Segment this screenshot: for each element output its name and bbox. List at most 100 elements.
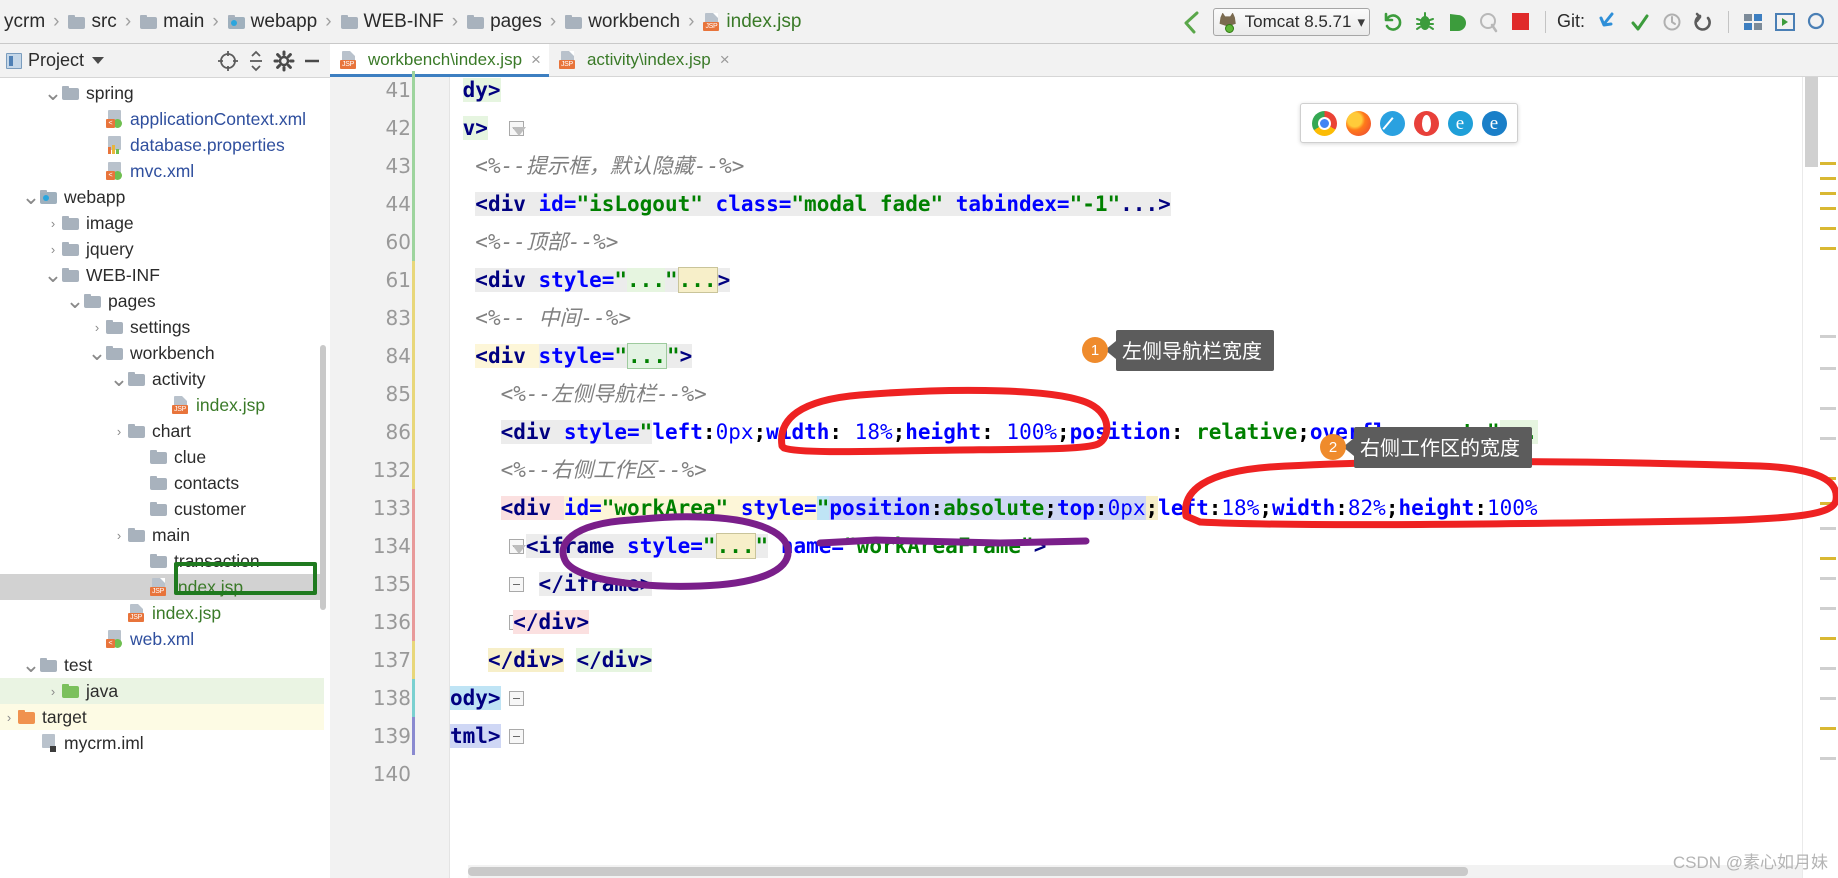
debug-button[interactable] bbox=[1410, 7, 1440, 37]
code-line[interactable]: <div id="isLogout" class="modal fade" ta… bbox=[475, 185, 1171, 223]
error-stripe-mark[interactable] bbox=[1820, 177, 1836, 180]
code-line[interactable]: ody> bbox=[450, 679, 501, 717]
profile-button[interactable] bbox=[1474, 7, 1504, 37]
git-commit-button[interactable] bbox=[1625, 7, 1655, 37]
breadcrumb-item-web-inf[interactable]: WEB-INF bbox=[339, 0, 446, 44]
error-stripe-mark[interactable] bbox=[1820, 502, 1836, 505]
search-everywhere-button[interactable] bbox=[1802, 7, 1832, 37]
code-line[interactable]: <div style="..."> bbox=[475, 337, 693, 375]
run-configuration-selector[interactable]: Tomcat 8.5.71 ▾ bbox=[1212, 7, 1370, 36]
error-stripe-mark[interactable] bbox=[1820, 407, 1836, 410]
chevron-right-icon[interactable]: › bbox=[0, 708, 18, 726]
error-stripe-mark[interactable] bbox=[1820, 727, 1836, 730]
tree-item-settings[interactable]: › settings bbox=[0, 314, 324, 340]
tree-item-mvc-xml[interactable]: ›<mvc.xml bbox=[0, 158, 324, 184]
chevron-down-icon[interactable]: ⌄ bbox=[44, 264, 62, 286]
code-line[interactable]: <iframe style="..." name="workAreaFrame"… bbox=[525, 527, 1046, 565]
error-stripe-mark[interactable] bbox=[1820, 192, 1836, 195]
close-icon[interactable]: × bbox=[720, 50, 730, 70]
fold-column[interactable] bbox=[414, 77, 526, 878]
code-line[interactable]: <%-- 中间--%> bbox=[475, 299, 631, 337]
error-stripe-mark[interactable] bbox=[1820, 247, 1836, 250]
opera-icon[interactable] bbox=[1413, 110, 1439, 136]
tree-item-applicationcontext-xml[interactable]: ›<applicationContext.xml bbox=[0, 106, 324, 132]
chevron-right-icon[interactable]: › bbox=[44, 214, 62, 232]
ie-icon[interactable]: e bbox=[1481, 110, 1507, 136]
firefox-icon[interactable] bbox=[1345, 110, 1371, 136]
chevron-right-icon[interactable]: › bbox=[88, 318, 106, 336]
tree-item-image[interactable]: › image bbox=[0, 210, 324, 236]
code-content[interactable]: dy> v> <%--提示框，默认隐藏--%> <div id="isLogout" … bbox=[450, 77, 1802, 878]
code-line[interactable]: v> bbox=[462, 109, 488, 147]
chevron-right-icon[interactable]: › bbox=[110, 422, 128, 440]
rerun-button[interactable] bbox=[1378, 7, 1408, 37]
chevron-right-icon[interactable]: › bbox=[44, 682, 62, 700]
editor-tab-2[interactable]: JSP activity\index.jsp × bbox=[548, 44, 738, 76]
tree-item-chart[interactable]: › chart bbox=[0, 418, 324, 444]
chevron-down-icon[interactable]: ⌄ bbox=[44, 82, 62, 104]
code-line[interactable]: </div> bbox=[513, 603, 590, 641]
stop-button[interactable] bbox=[1506, 7, 1536, 37]
git-update-project-button[interactable] bbox=[1593, 7, 1623, 37]
close-icon[interactable]: × bbox=[531, 50, 541, 70]
code-line[interactable]: <%--左侧导航栏--%> bbox=[501, 375, 707, 413]
code-line[interactable]: <%--顶部--%> bbox=[475, 223, 618, 261]
error-stripe-mark[interactable] bbox=[1820, 577, 1836, 580]
horizontal-scrollbar[interactable] bbox=[468, 865, 1802, 878]
chevron-down-icon[interactable] bbox=[92, 57, 105, 64]
tree-scrollbar[interactable] bbox=[320, 345, 326, 610]
chevron-down-icon[interactable]: ⌄ bbox=[88, 342, 106, 364]
tree-item-activity[interactable]: ⌄ activity bbox=[0, 366, 324, 392]
code-line[interactable]: <%--提示框，默认隐藏--%> bbox=[475, 147, 744, 185]
horizontal-scrollbar-thumb[interactable] bbox=[468, 867, 1468, 876]
select-opened-file-button[interactable] bbox=[1770, 7, 1800, 37]
run-with-coverage-button[interactable] bbox=[1442, 7, 1472, 37]
code-line[interactable]: <div id="workArea" style="position:absol… bbox=[500, 489, 1538, 527]
error-stripe-mark[interactable] bbox=[1820, 207, 1836, 210]
back-arrow-button[interactable] bbox=[1177, 7, 1207, 37]
tree-item-target[interactable]: › target bbox=[0, 704, 324, 730]
breadcrumb-item-ycrm[interactable]: ycrm bbox=[2, 0, 47, 44]
safari-icon[interactable] bbox=[1379, 110, 1405, 136]
chevron-down-icon[interactable]: ⌄ bbox=[22, 654, 40, 676]
browser-launch-popup[interactable]: e e bbox=[1300, 103, 1518, 143]
tree-item-index-jsp[interactable]: ›JSPindex.jsp bbox=[0, 392, 324, 418]
hide-panel-icon[interactable] bbox=[300, 49, 324, 73]
error-stripe-mark[interactable] bbox=[1820, 335, 1836, 338]
error-stripe-mark[interactable] bbox=[1820, 527, 1836, 530]
error-stripe-mark[interactable] bbox=[1820, 162, 1836, 165]
tree-item-main[interactable]: › main bbox=[0, 522, 324, 548]
error-stripe-mark[interactable] bbox=[1820, 437, 1836, 440]
breadcrumb-item-pages[interactable]: pages bbox=[465, 0, 544, 44]
error-stripe-mark[interactable] bbox=[1820, 667, 1836, 670]
tree-item-workbench[interactable]: ⌄ workbench bbox=[0, 340, 324, 366]
collapse-all-icon[interactable] bbox=[244, 49, 268, 73]
chevron-right-icon[interactable]: › bbox=[110, 526, 128, 544]
breadcrumb-item-webapp[interactable]: webapp bbox=[226, 0, 320, 44]
scrollbar-thumb[interactable] bbox=[1805, 77, 1818, 167]
error-stripe-mark[interactable] bbox=[1820, 757, 1836, 760]
tree-item-spring[interactable]: ⌄ spring bbox=[0, 80, 324, 106]
tree-item-web-xml[interactable]: ›<web.xml bbox=[0, 626, 324, 652]
chrome-icon[interactable] bbox=[1311, 110, 1337, 136]
git-rollback-button[interactable] bbox=[1689, 7, 1719, 37]
chevron-down-icon[interactable]: ⌄ bbox=[110, 368, 128, 390]
error-stripe-mark[interactable] bbox=[1820, 227, 1836, 230]
error-stripe-mark[interactable] bbox=[1820, 557, 1836, 560]
tree-item-java[interactable]: › java bbox=[0, 678, 324, 704]
tree-item-clue[interactable]: ›clue bbox=[0, 444, 324, 470]
select-opened-file-icon[interactable] bbox=[216, 49, 240, 73]
error-stripe-mark[interactable] bbox=[1820, 367, 1836, 370]
error-stripe-mark[interactable] bbox=[1820, 697, 1836, 700]
project-tree[interactable]: ⌄spring›<applicationContext.xml›database… bbox=[0, 78, 324, 878]
git-history-button[interactable] bbox=[1657, 7, 1687, 37]
edge-legacy-icon[interactable]: e bbox=[1447, 110, 1473, 136]
code-line[interactable]: <%--右侧工作区--%> bbox=[501, 451, 707, 489]
tree-item-jquery[interactable]: › jquery bbox=[0, 236, 324, 262]
code-line[interactable]: <div style="..."...> bbox=[475, 261, 731, 299]
breadcrumb-item-workbench[interactable]: workbench bbox=[563, 0, 682, 44]
chevron-down-icon[interactable]: ⌄ bbox=[66, 290, 84, 312]
tree-item-index-jsp[interactable]: ›JSPindex.jsp bbox=[0, 600, 324, 626]
error-stripe-mark[interactable] bbox=[1820, 637, 1836, 640]
code-line[interactable]: </iframe> bbox=[538, 565, 653, 603]
